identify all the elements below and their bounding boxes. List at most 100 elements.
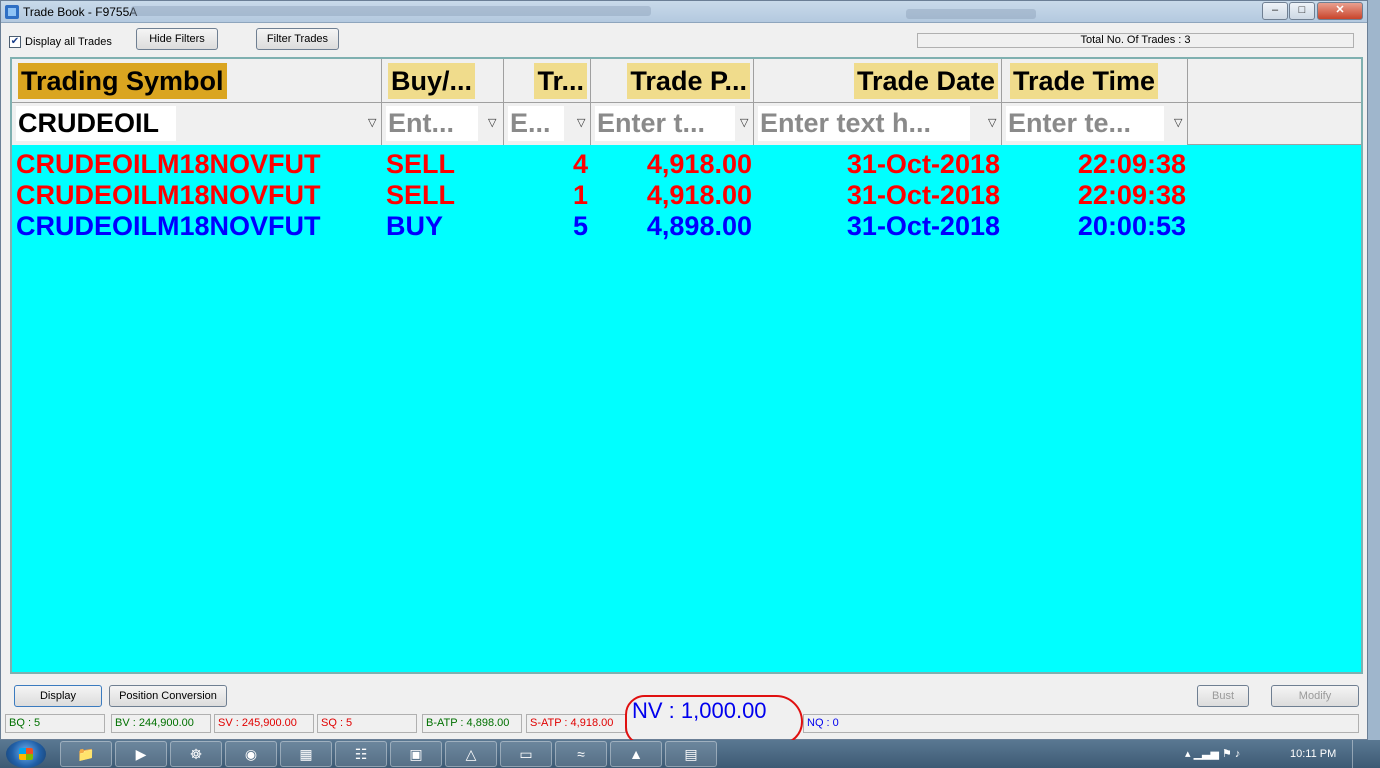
filter-cell-trade-time[interactable]: Enter te... ▽: [1002, 103, 1188, 145]
filter-input-trade-date[interactable]: Enter text h...: [758, 106, 970, 141]
column-header-trade-qty[interactable]: Tr...: [504, 59, 591, 103]
filter-input-trade-time[interactable]: Enter te...: [1006, 106, 1164, 141]
file-explorer-icon[interactable]: 📁: [60, 741, 112, 767]
table-row[interactable]: CRUDEOILM18NOVFUT SELL 4 4,918.00 31-Oct…: [12, 149, 1361, 180]
display-button[interactable]: Display: [14, 685, 102, 707]
filter-icon[interactable]: ▽: [988, 117, 998, 129]
maximize-button[interactable]: □: [1289, 2, 1315, 20]
cell-price: 4,918.00: [646, 149, 752, 179]
media-player-icon[interactable]: ▶: [115, 741, 167, 767]
app-icon: [5, 5, 19, 19]
cell-date: 31-Oct-2018: [846, 211, 1000, 241]
column-label: Trading Symbol: [18, 63, 227, 99]
column-label: Buy/...: [388, 63, 476, 99]
filter-icon[interactable]: ▽: [740, 117, 750, 129]
filter-input-buy-sell[interactable]: Ent...: [386, 106, 478, 141]
display-all-label: Display all Trades: [25, 36, 112, 48]
filter-cell-trade-price[interactable]: Enter t... ▽: [591, 103, 754, 145]
filter-cell-buy-sell[interactable]: Ent... ▽: [382, 103, 504, 145]
taskbar-clock[interactable]: 10:11 PM: [1290, 740, 1336, 768]
chart-app-icon[interactable]: ≈: [555, 741, 607, 767]
filter-icon[interactable]: ▽: [488, 117, 498, 129]
grid-header-row: Trading Symbol Buy/... Tr... Trade P... …: [12, 59, 1361, 103]
column-header-filler: [1188, 59, 1361, 103]
cell-side: BUY: [386, 211, 444, 241]
filter-cell-trading-symbol[interactable]: CRUDEOIL ▽: [12, 103, 382, 145]
document-app-icon[interactable]: ▤: [665, 741, 717, 767]
grid-filter-row: CRUDEOIL ▽ Ent... ▽ E... ▽ Enter t... ▽ …: [12, 103, 1361, 145]
display-all-trades-toggle[interactable]: ✔ Display all Trades: [9, 36, 112, 48]
start-button[interactable]: [6, 740, 46, 768]
net-value-highlight-circle: [625, 695, 803, 745]
trade-grid[interactable]: Trading Symbol Buy/... Tr... Trade P... …: [10, 57, 1363, 674]
cell-time: 20:00:53: [1077, 211, 1186, 241]
column-header-trade-date[interactable]: Trade Date: [754, 59, 1002, 103]
show-desktop-button[interactable]: [1352, 740, 1380, 768]
cell-price: 4,898.00: [646, 211, 752, 241]
chrome-icon[interactable]: ◉: [225, 741, 277, 767]
trade-book-window: Trade Book - F9755A – □ ✕ ✔ Display all …: [0, 0, 1368, 745]
minimize-button[interactable]: –: [1262, 2, 1288, 20]
close-button[interactable]: ✕: [1317, 2, 1363, 20]
cell-price: 4,918.00: [646, 180, 752, 210]
filter-input-trade-price[interactable]: Enter t...: [595, 106, 735, 141]
display-all-checkbox[interactable]: ✔: [9, 36, 21, 48]
table-row[interactable]: CRUDEOILM18NOVFUT BUY 5 4,898.00 31-Oct-…: [12, 211, 1361, 242]
title-bar[interactable]: Trade Book - F9755A – □ ✕: [1, 1, 1367, 23]
filter-icon[interactable]: ▽: [368, 117, 378, 129]
filter-input-trade-qty[interactable]: E...: [508, 106, 564, 141]
filter-cell-trade-qty[interactable]: E... ▽: [504, 103, 591, 145]
column-header-trading-symbol[interactable]: Trading Symbol: [12, 59, 382, 103]
cell-symbol: CRUDEOILM18NOVFUT: [16, 180, 321, 210]
filter-trades-button[interactable]: Filter Trades: [256, 28, 339, 50]
cell-symbol: CRUDEOILM18NOVFUT: [16, 149, 321, 179]
cell-qty: 5: [572, 211, 588, 241]
window-app-icon[interactable]: ▣: [390, 741, 442, 767]
cell-time: 22:09:38: [1077, 180, 1186, 210]
total-trades-count: Total No. Of Trades : 3: [917, 33, 1354, 48]
vlc-icon[interactable]: ▲: [610, 741, 662, 767]
column-header-trade-price[interactable]: Trade P...: [591, 59, 754, 103]
column-label: Tr...: [534, 63, 587, 99]
cell-qty: 1: [572, 180, 588, 210]
modify-button[interactable]: Modify: [1271, 685, 1359, 707]
screen-app-icon[interactable]: ▭: [500, 741, 552, 767]
column-label: Trade Time: [1010, 63, 1159, 99]
column-label: Trade P...: [627, 63, 750, 99]
triangle-app-icon[interactable]: △: [445, 741, 497, 767]
cell-date: 31-Oct-2018: [846, 180, 1000, 210]
lifebuoy-icon[interactable]: ☸: [170, 741, 222, 767]
blurred-background-title: [131, 6, 651, 16]
status-buy-avg-price: B-ATP : 4,898.00: [422, 714, 522, 733]
calculator-icon[interactable]: ▦: [280, 741, 332, 767]
cell-date: 31-Oct-2018: [846, 149, 1000, 179]
status-sell-avg-price: S-ATP : 4,918.00: [526, 714, 626, 733]
status-net-qty: NQ : 0: [803, 714, 1359, 733]
filter-input-trading-symbol[interactable]: CRUDEOIL: [16, 106, 176, 141]
column-header-trade-time[interactable]: Trade Time: [1002, 59, 1188, 103]
status-buy-value: BV : 244,900.00: [111, 714, 211, 733]
cell-side: SELL: [386, 180, 456, 210]
table-row[interactable]: CRUDEOILM18NOVFUT SELL 1 4,918.00 31-Oct…: [12, 180, 1361, 211]
column-label: Trade Date: [853, 63, 998, 99]
windows-taskbar: 📁 ▶ ☸ ◉ ▦ ☷ ▣ △ ▭ ≈ ▲ ▤ ▴ ▁▃▅ ⚑ ♪ 10:11 …: [0, 740, 1380, 768]
column-header-buy-sell[interactable]: Buy/...: [382, 59, 504, 103]
cell-qty: 4: [572, 149, 588, 179]
status-sell-value: SV : 245,900.00: [214, 714, 314, 733]
cell-side: SELL: [386, 149, 456, 179]
cell-time: 22:09:38: [1077, 149, 1186, 179]
toolbar: ✔ Display all Trades Hide Filters Filter…: [1, 25, 1367, 55]
filter-cell-trade-date[interactable]: Enter text h... ▽: [754, 103, 1002, 145]
status-sell-qty: SQ : 5: [317, 714, 417, 733]
system-tray[interactable]: ▴ ▁▃▅ ⚑ ♪: [1185, 740, 1240, 768]
position-conversion-button[interactable]: Position Conversion: [109, 685, 227, 707]
excel-icon[interactable]: ☷: [335, 741, 387, 767]
cell-symbol: CRUDEOILM18NOVFUT: [16, 211, 321, 241]
blurred-background-title-2: [906, 9, 1036, 19]
filter-icon[interactable]: ▽: [1174, 117, 1184, 129]
status-buy-qty: BQ : 5: [5, 714, 105, 733]
hide-filters-button[interactable]: Hide Filters: [136, 28, 218, 50]
filter-icon[interactable]: ▽: [577, 117, 587, 129]
window-title: Trade Book - F9755A: [23, 5, 138, 19]
bust-button[interactable]: Bust: [1197, 685, 1249, 707]
